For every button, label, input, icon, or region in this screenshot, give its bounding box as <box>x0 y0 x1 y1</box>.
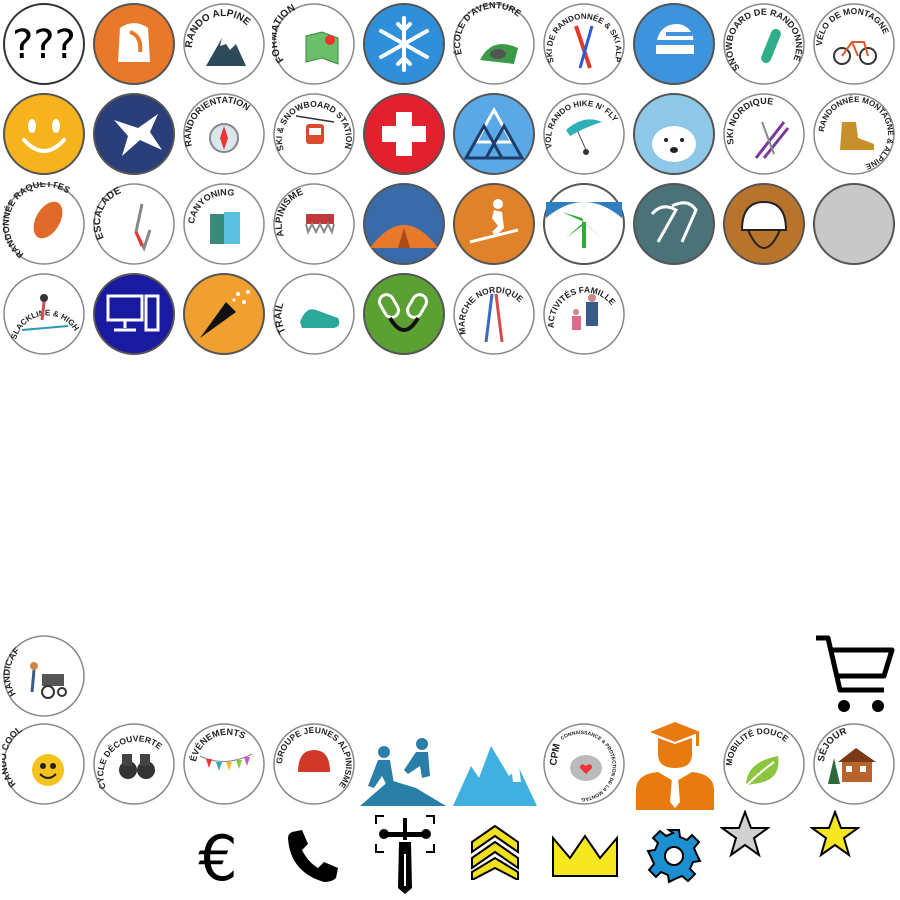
smiley-badge[interactable] <box>2 92 86 176</box>
badge-slackline[interactable]: SLACKLINE & HIGHLINE <box>2 272 86 356</box>
crown-icon[interactable] <box>550 832 620 878</box>
euro-icon[interactable]: € <box>190 816 250 896</box>
party-badge[interactable] <box>182 272 266 356</box>
badge-ski-snowboard-station[interactable]: SKI & SNOWBOARD STATION <box>272 92 356 176</box>
tent-badge[interactable] <box>362 182 446 266</box>
badge-rando-montagne[interactable]: RANDONNÉE MONTAGNE & ALPINE <box>812 92 896 176</box>
badge-escalade[interactable]: ESCALADE <box>92 182 176 266</box>
climbing-hold-icon <box>118 23 150 62</box>
badge-marche-nordique[interactable]: MARCHE NORDIQUE <box>452 272 536 356</box>
blank-icon <box>813 183 895 265</box>
badge-trail[interactable]: TRAIL <box>272 272 356 356</box>
badge-canyoning[interactable]: CANYONING <box>182 182 266 266</box>
shopping-cart-icon[interactable] <box>812 632 896 716</box>
euro-symbol: € <box>198 822 237 895</box>
star-outline-icon[interactable] <box>720 810 770 858</box>
unknown-activity-badge[interactable]: ??? <box>2 2 86 86</box>
badge-ecole-aventure[interactable]: ÉCOLE D'AVENTURE <box>452 2 536 86</box>
jump-badge[interactable] <box>92 92 176 176</box>
gear-icon[interactable] <box>646 828 702 884</box>
badge-randorientation[interactable]: RANDORIENTATION <box>182 92 266 176</box>
snowflake-badge[interactable] <box>362 2 446 86</box>
graduate-icon[interactable] <box>634 718 716 810</box>
badge-rando-raquettes[interactable]: RANDONNÉE RAQUETTES <box>2 182 86 266</box>
palm-badge[interactable] <box>542 182 626 266</box>
helmet-badge[interactable] <box>722 182 806 266</box>
badge-rando-cool[interactable]: RANDO COOL <box>2 722 86 806</box>
carabiner-badge[interactable] <box>362 272 446 356</box>
badge-vol-rando[interactable]: VOL RANDO HIKE N' FLY <box>542 92 626 176</box>
emoji-icon <box>32 754 64 786</box>
skier-badge[interactable] <box>452 182 536 266</box>
badge-activites-famille[interactable]: ACTIVITÉS FAMILLE <box>542 272 626 356</box>
climbers-helping-icon[interactable] <box>360 736 446 806</box>
badge-handicaf[interactable]: HANDICAF <box>2 634 86 718</box>
badge-evenements[interactable]: ÉVÉNEMENTS <box>182 722 266 806</box>
badge-cpm[interactable]: CPM CONNAISSANCE & PROTECTION DE LA MONT… <box>542 722 626 806</box>
unknown-label: ??? <box>12 22 76 68</box>
tools-icon[interactable] <box>374 814 436 896</box>
star-filled-icon[interactable] <box>810 810 860 858</box>
badge-snowboard-rando[interactable]: SNOWBOARD DE RANDONNÉE <box>722 2 806 86</box>
polar-bear-icon <box>652 126 696 162</box>
no-helmet-badge[interactable] <box>632 2 716 86</box>
waterfall-icon <box>210 214 224 244</box>
badge-mobilite-douce[interactable]: MOBILITÉ DOUCE <box>722 722 806 806</box>
badge-formation[interactable]: FORMATION <box>272 2 356 86</box>
badge-groupe-jeunes[interactable]: GROUPE JEUNES ALPINISME <box>272 722 356 806</box>
badge-sejour[interactable]: SÉJOUR <box>812 722 896 806</box>
badge-velo-montagne[interactable]: VÉLO DE MONTAGNE <box>812 2 896 86</box>
phone-icon[interactable] <box>286 828 340 884</box>
first-aid-badge[interactable] <box>362 92 446 176</box>
triangles-badge[interactable] <box>452 92 536 176</box>
badge-alpinisme[interactable]: ALPINISME <box>272 182 356 266</box>
badge-ski-rando[interactable]: SKI DE RANDONNÉE & SKI ALPINISME <box>542 2 626 86</box>
empty-badge[interactable] <box>812 182 896 266</box>
ice-axe-badge[interactable] <box>632 182 716 266</box>
polar-bear-badge[interactable] <box>632 92 716 176</box>
sergeant-chevron-icon[interactable] <box>470 822 520 880</box>
mountain-climber-icon[interactable] <box>453 738 537 806</box>
badge-cycle-decouverte[interactable]: CYCLE DÉCOUVERTE <box>92 722 176 806</box>
badge-ski-nordique[interactable]: SKI NORDIQUE <box>722 92 806 176</box>
climbing-hold-badge[interactable] <box>92 2 176 86</box>
computer-badge[interactable] <box>92 272 176 356</box>
badge-rando-alpine[interactable]: RANDO ALPINE <box>182 2 266 86</box>
